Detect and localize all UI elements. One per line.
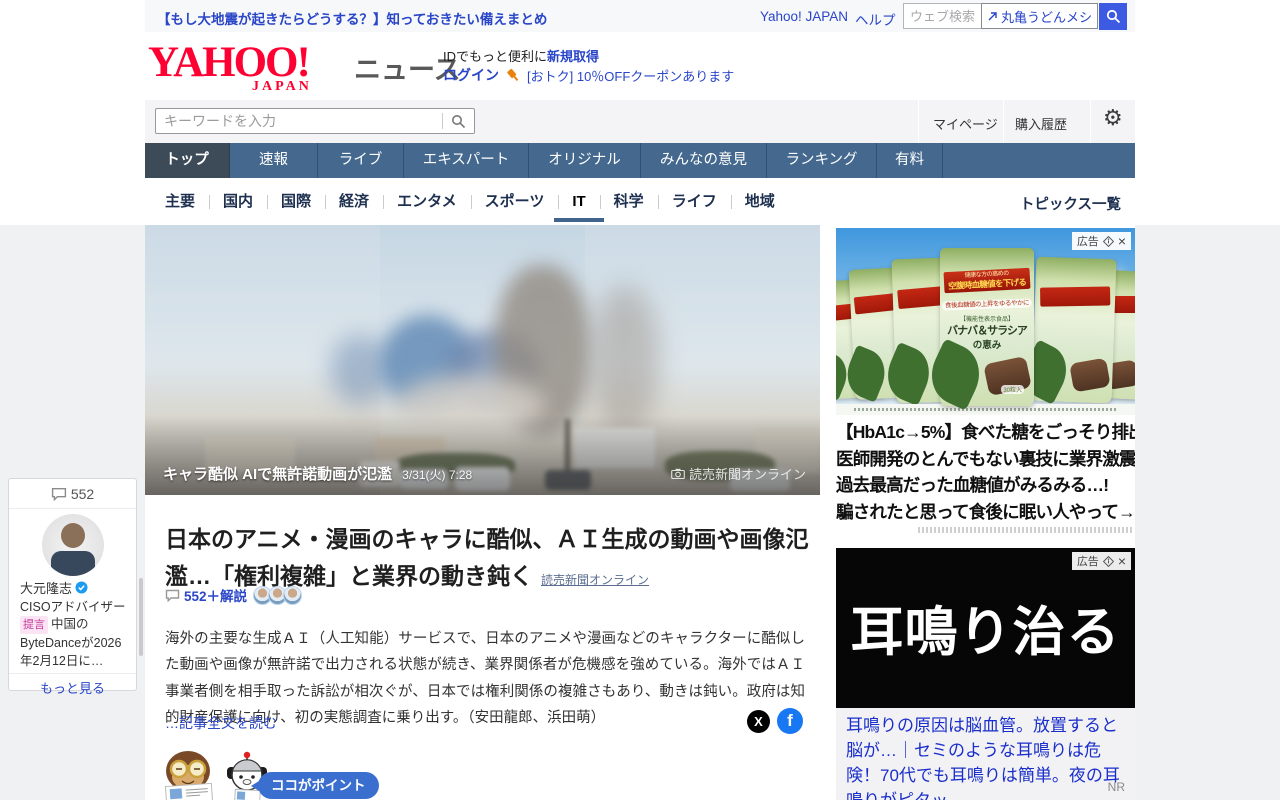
ad-supplement: 健康な方の高めの 空腹時血糖値を下げる 食後血糖値の上昇をゆるやかに 【機能性表示… bbox=[836, 228, 1135, 533]
web-search-button[interactable] bbox=[1099, 3, 1127, 30]
article-source-link[interactable]: 読売新聞オンライン bbox=[541, 573, 649, 587]
comment-bubble-icon bbox=[165, 589, 180, 602]
product-package: 健康な方の高めの 空腹時血糖値を下げる 食後血糖値の上昇をゆるやかに 【機能性表示… bbox=[940, 248, 1034, 406]
ad-label: 広告 × bbox=[1071, 232, 1131, 250]
ad-disclaimer bbox=[917, 527, 1133, 533]
ad-close-icon[interactable]: × bbox=[1118, 554, 1126, 568]
help-link[interactable]: ヘルプ bbox=[855, 9, 896, 29]
id-promo-text: IDでもっと便利に bbox=[443, 49, 548, 64]
nav-tab-expert[interactable]: エキスパート bbox=[404, 143, 529, 178]
commentator-name[interactable]: 大元隆志 bbox=[20, 579, 136, 596]
nav-tab-original[interactable]: オリジナル bbox=[529, 143, 641, 178]
card-comment-count[interactable]: 552 bbox=[9, 479, 136, 509]
search-suggestion-text: 丸亀うどんメシ bbox=[1000, 9, 1092, 25]
topics-list-link[interactable]: トピックス一覧 bbox=[1020, 193, 1121, 214]
subnav-it[interactable]: IT bbox=[554, 187, 605, 222]
ad-supplement-image[interactable]: 健康な方の高めの 空腹時血糖値を下げる 食後血糖値の上昇をゆるやかに 【機能性表示… bbox=[836, 228, 1135, 415]
search-icon bbox=[452, 114, 466, 128]
share-facebook-icon[interactable]: f bbox=[777, 708, 803, 734]
point-bubble[interactable]: ココがポイント bbox=[251, 772, 379, 799]
ad-info-icon[interactable] bbox=[1102, 555, 1114, 567]
news-search-row: マイページ 購入履歴 ⚙ bbox=[145, 100, 1135, 143]
web-search-box: 丸亀うどんメシ bbox=[903, 3, 1098, 29]
ad-tinnitus-headline: 耳鳴り治る bbox=[850, 603, 1121, 662]
nav-tab-live[interactable]: ライブ bbox=[318, 143, 404, 178]
comment-count-link[interactable]: 552＋解説 bbox=[184, 585, 247, 605]
login-link[interactable]: ログイン bbox=[443, 65, 499, 85]
keyword-search-box bbox=[155, 108, 475, 134]
see-more-link[interactable]: もっと見る bbox=[9, 673, 136, 702]
search-icon bbox=[1106, 9, 1120, 24]
mypage-link[interactable]: マイページ bbox=[933, 114, 998, 133]
ad-info-icon[interactable] bbox=[1102, 235, 1114, 247]
search-suggestion-chip[interactable]: 丸亀うどんメシ bbox=[980, 3, 1098, 29]
verified-badge-icon bbox=[75, 581, 88, 594]
read-full-article-link[interactable]: …記事全文を読む bbox=[165, 713, 277, 733]
divider bbox=[1090, 100, 1091, 143]
avatar[interactable] bbox=[283, 585, 303, 605]
camera-icon bbox=[671, 468, 685, 479]
card-scrollbar[interactable] bbox=[139, 578, 143, 656]
nav-tab-flash[interactable]: 速報 bbox=[230, 143, 318, 178]
subnav-world[interactable]: 国際 bbox=[267, 187, 325, 217]
ad-tinnitus: 耳鳴り治る 広告 × 耳鳴りの原因は脳血管。放置すると脳が…｜セミのような耳鳴り… bbox=[836, 548, 1135, 800]
web-search-input[interactable] bbox=[904, 4, 982, 28]
subnav-region[interactable]: 地域 bbox=[730, 187, 789, 217]
keyword-search-input[interactable] bbox=[156, 113, 442, 129]
share-x-icon[interactable]: X bbox=[747, 710, 770, 733]
yahoo-logo-japan: JAPAN bbox=[252, 79, 312, 94]
commentator-title: CISOアドバイザー bbox=[20, 600, 126, 614]
nav-tab-paid[interactable]: 有料 bbox=[877, 143, 943, 178]
ad-close-icon[interactable]: × bbox=[1118, 234, 1126, 248]
ad-label: 広告 × bbox=[1071, 552, 1131, 570]
commentator-avatar[interactable] bbox=[41, 514, 104, 576]
settings-gear-icon[interactable]: ⚙ bbox=[1103, 107, 1123, 129]
trend-arrow-icon bbox=[988, 11, 997, 20]
commentator-excerpt[interactable]: 提言 中国のByteDanceが2026年2月12日に… bbox=[20, 615, 125, 670]
commentator-avatars bbox=[253, 585, 303, 605]
login-row: ログイン [おトク] 10％OFFクーポンあります bbox=[443, 65, 734, 85]
photo-caption: キャラ酷似 AIで無許諾動画が氾濫 3/31(火) 7:28 bbox=[163, 466, 473, 483]
top-strip: 【もし大地震が起きたらどうする？】知っておきたい備えまとめ Yahoo! JAP… bbox=[145, 0, 1135, 32]
main-nav: トップ 速報 ライブ エキスパート オリジナル みんなの意見 ランキング 有料 bbox=[145, 143, 1135, 178]
purchase-history-link[interactable]: 購入履歴 bbox=[1015, 114, 1067, 133]
comment-bubble-icon bbox=[51, 487, 66, 501]
subnav-economy[interactable]: 経済 bbox=[325, 187, 383, 217]
subnav-entertainment[interactable]: エンタメ bbox=[383, 187, 471, 217]
yahoo-news-page: 【もし大地震が起きたらどうする？】知っておきたい備えまとめ Yahoo! JAP… bbox=[0, 0, 1280, 800]
auction-gavel-icon bbox=[507, 68, 519, 81]
category-subnav: 主要 国内 国際 経済 エンタメ スポーツ IT 科学 ライフ 地域 トピックス… bbox=[145, 178, 1135, 225]
subnav-life[interactable]: ライフ bbox=[657, 187, 731, 217]
photo-credit: 読売新聞オンライン bbox=[671, 464, 806, 483]
ad-advertiser: NR bbox=[1107, 780, 1125, 794]
teigen-badge: 提言 bbox=[20, 616, 48, 634]
announcement-link[interactable]: 【もし大地震が起きたらどうする？】知っておきたい備えまとめ bbox=[157, 8, 547, 28]
subnav-science[interactable]: 科学 bbox=[599, 187, 658, 217]
nav-tab-opinions[interactable]: みんなの意見 bbox=[641, 143, 767, 178]
subnav-main[interactable]: 主要 bbox=[151, 187, 209, 217]
comment-row: 552＋解説 bbox=[165, 585, 303, 605]
article-photo[interactable]: キャラ酷似 AIで無許諾動画が氾濫 3/31(火) 7:28 読売新聞オンライン bbox=[145, 225, 820, 495]
ad-tinnitus-image[interactable]: 耳鳴り治る 広告 × bbox=[836, 548, 1135, 708]
divider bbox=[1003, 100, 1004, 143]
nav-tab-ranking[interactable]: ランキング bbox=[767, 143, 877, 178]
yahoo-japan-link[interactable]: Yahoo! JAPAN bbox=[760, 9, 848, 24]
nav-tab-top[interactable]: トップ bbox=[145, 143, 230, 178]
subnav-sports[interactable]: スポーツ bbox=[470, 187, 559, 217]
photo-timestamp: 3/31(火) 7:28 bbox=[402, 468, 473, 482]
divider bbox=[918, 100, 919, 143]
commentator-card: 552 大元隆志 CISOアドバイザー 提言 中国のByteDanceが2026年… bbox=[8, 478, 137, 696]
ad-tinnitus-caption[interactable]: 耳鳴りの原因は脳血管。放置すると脳が…｜セミのような耳鳴りは危険！70代でも耳鳴… bbox=[836, 708, 1135, 800]
keyword-search-button[interactable] bbox=[443, 114, 474, 129]
coupon-link[interactable]: [おトク] 10％OFFクーポンあります bbox=[527, 66, 734, 85]
subnav-domestic[interactable]: 国内 bbox=[209, 187, 267, 217]
right-margin bbox=[1135, 225, 1280, 800]
signup-link[interactable]: 新規取得 bbox=[547, 49, 599, 64]
ad-supplement-text[interactable]: 【HbA1c→5%】食べた糖をごっそり排出 医師開発のとんでもない裏技に業界激震… bbox=[836, 415, 1135, 533]
id-promo: IDでもっと便利に新規取得 bbox=[443, 46, 599, 65]
